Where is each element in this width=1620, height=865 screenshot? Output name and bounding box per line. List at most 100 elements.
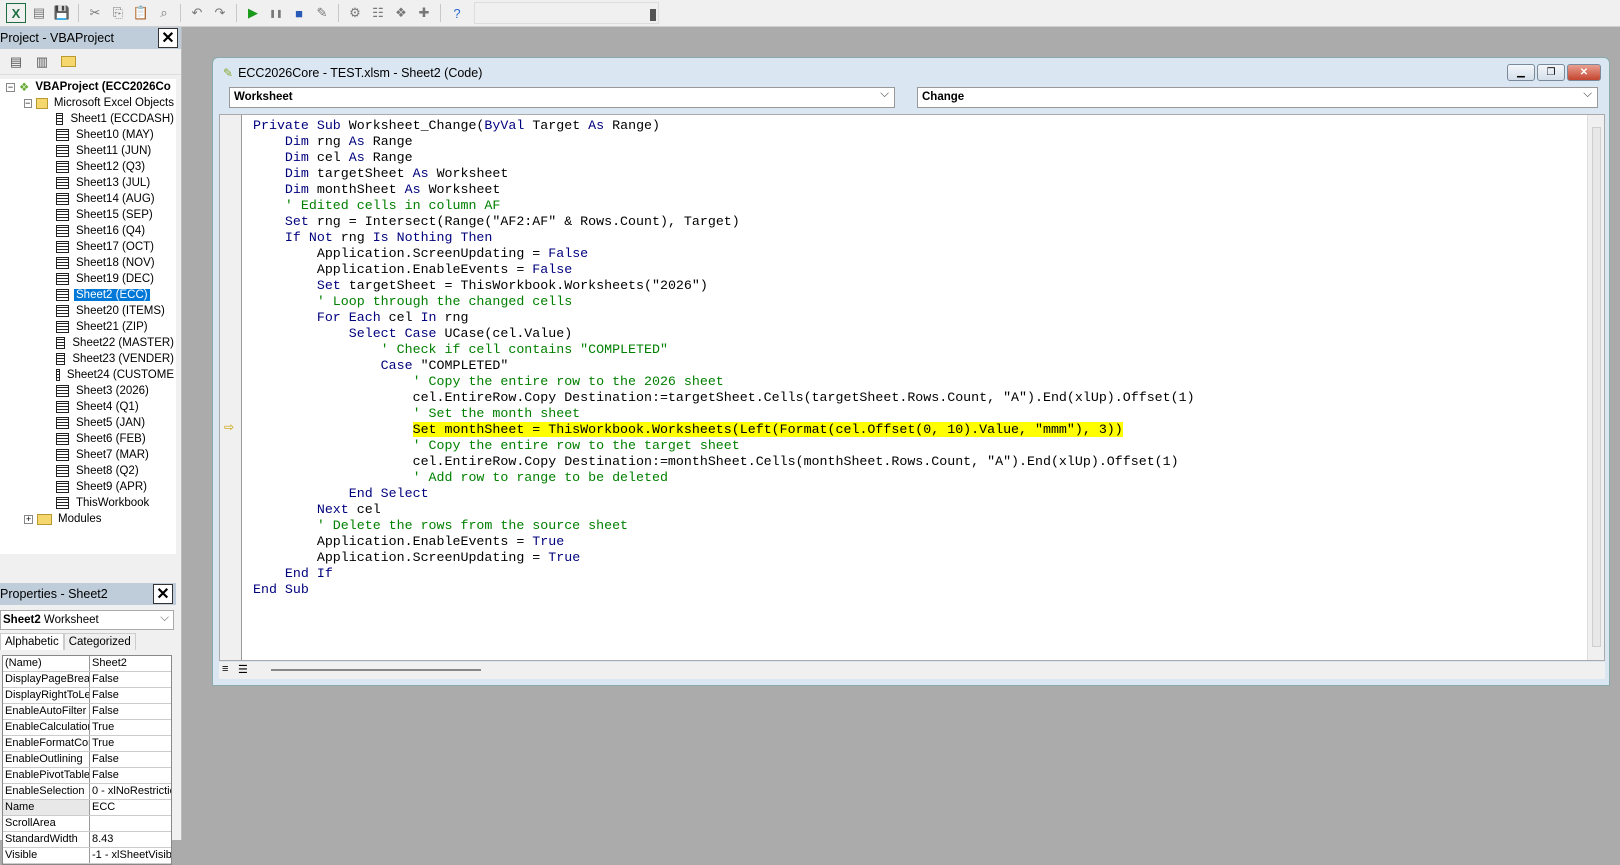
- full-module-view-icon[interactable]: ☰: [238, 663, 248, 676]
- tree-folder-modules[interactable]: + Modules: [0, 511, 176, 527]
- undo-icon[interactable]: ↶: [187, 3, 207, 23]
- properties-icon[interactable]: ☷: [368, 3, 388, 23]
- code-line[interactable]: ' Loop through the changed cells: [253, 294, 1195, 310]
- toolbar-combo[interactable]: [474, 2, 659, 24]
- code-line[interactable]: cel.EntireRow.Copy Destination:=targetSh…: [253, 390, 1195, 406]
- tree-item[interactable]: Sheet19 (DEC): [0, 271, 176, 287]
- property-value[interactable]: ECC: [90, 800, 171, 815]
- insert-userform-icon[interactable]: ▤: [29, 3, 49, 23]
- tree-item[interactable]: Sheet11 (JUN): [0, 143, 176, 159]
- tree-item[interactable]: Sheet18 (NOV): [0, 255, 176, 271]
- restore-button[interactable]: ❐: [1537, 64, 1565, 81]
- tree-item[interactable]: Sheet20 (ITEMS): [0, 303, 176, 319]
- property-row[interactable]: EnableAutoFilter False: [3, 704, 171, 720]
- reset-icon[interactable]: ■: [289, 3, 309, 23]
- tree-item[interactable]: Sheet8 (Q2): [0, 463, 176, 479]
- cut-icon[interactable]: ✂: [85, 3, 105, 23]
- property-value[interactable]: False: [90, 704, 171, 719]
- code-line[interactable]: Next cel: [253, 502, 1195, 518]
- tree-folder-excel-objects[interactable]: − Microsoft Excel Objects: [0, 95, 176, 111]
- minimize-button[interactable]: ▁: [1507, 64, 1535, 81]
- code-lines[interactable]: Private Sub Worksheet_Change(ByVal Targe…: [253, 118, 1195, 598]
- property-row[interactable]: Name ECC: [3, 800, 171, 816]
- tree-root-vbaproject[interactable]: − ❖ VBAProject (ECC2026Co: [0, 79, 176, 95]
- code-line[interactable]: ' Edited cells in column AF: [253, 198, 1195, 214]
- property-row[interactable]: DisplayRightToLef False: [3, 688, 171, 704]
- close-project-explorer-button[interactable]: ✕: [158, 28, 178, 48]
- copy-icon[interactable]: ⎘: [108, 3, 128, 23]
- view-code-icon[interactable]: ▤: [6, 52, 26, 72]
- tree-item[interactable]: Sheet10 (MAY): [0, 127, 176, 143]
- property-value[interactable]: 0 - xlNoRestrictic: [90, 784, 171, 799]
- tree-item[interactable]: Sheet13 (JUL): [0, 175, 176, 191]
- tree-item[interactable]: Sheet7 (MAR): [0, 447, 176, 463]
- property-row[interactable]: EnableFormatCon True: [3, 736, 171, 752]
- code-line[interactable]: ' Check if cell contains "COMPLETED": [253, 342, 1195, 358]
- code-line[interactable]: Private Sub Worksheet_Change(ByVal Targe…: [253, 118, 1195, 134]
- tab-alphabetic[interactable]: Alphabetic: [0, 633, 64, 650]
- tree-item[interactable]: Sheet21 (ZIP): [0, 319, 176, 335]
- code-line[interactable]: Dim monthSheet As Worksheet: [253, 182, 1195, 198]
- code-line[interactable]: Dim targetSheet As Worksheet: [253, 166, 1195, 182]
- tree-item[interactable]: Sheet24 (CUSTOME: [0, 367, 176, 383]
- horizontal-scrollbar[interactable]: ≡ ☰: [219, 662, 1605, 679]
- property-value[interactable]: [90, 816, 171, 831]
- property-value[interactable]: False: [90, 688, 171, 703]
- code-line[interactable]: ' Delete the rows from the source sheet: [253, 518, 1195, 534]
- code-line[interactable]: ' Add row to range to be deleted: [253, 470, 1195, 486]
- property-row[interactable]: EnableOutlining False: [3, 752, 171, 768]
- code-line[interactable]: ' Copy the entire row to the target shee…: [253, 438, 1195, 454]
- code-line[interactable]: If Not rng Is Nothing Then: [253, 230, 1195, 246]
- find-icon[interactable]: ⌕: [154, 3, 174, 23]
- excel-icon[interactable]: X: [6, 3, 26, 23]
- property-row[interactable]: (Name) Sheet2: [3, 656, 171, 672]
- toolbox-icon[interactable]: ✚: [414, 3, 434, 23]
- collapse-icon[interactable]: −: [6, 82, 15, 92]
- code-line[interactable]: ' Copy the entire row to the 2026 sheet: [253, 374, 1195, 390]
- object-dropdown[interactable]: Worksheet: [229, 85, 895, 108]
- code-line[interactable]: ' Set the month sheet: [253, 406, 1195, 422]
- help-icon[interactable]: ?: [447, 3, 467, 23]
- run-icon[interactable]: ▶: [243, 3, 263, 23]
- property-value[interactable]: True: [90, 736, 171, 751]
- property-value[interactable]: -1 - xlSheetVisibl: [90, 848, 171, 863]
- property-row[interactable]: ScrollArea: [3, 816, 171, 832]
- code-line[interactable]: End Select: [253, 486, 1195, 502]
- property-value[interactable]: False: [90, 672, 171, 687]
- tab-categorized[interactable]: Categorized: [63, 633, 136, 650]
- tree-item[interactable]: Sheet5 (JAN): [0, 415, 176, 431]
- paste-icon[interactable]: 📋: [131, 3, 151, 23]
- code-line[interactable]: End If: [253, 566, 1195, 582]
- procedure-dropdown[interactable]: Change: [917, 85, 1598, 108]
- properties-object-dropdown[interactable]: Sheet2 Worksheet: [0, 609, 174, 630]
- tree-item[interactable]: Sheet14 (AUG): [0, 191, 176, 207]
- tree-item[interactable]: Sheet15 (SEP): [0, 207, 176, 223]
- view-object-icon[interactable]: ▥: [32, 52, 52, 72]
- toggle-folders-icon[interactable]: [58, 52, 78, 72]
- property-value[interactable]: False: [90, 752, 171, 767]
- tree-item[interactable]: Sheet4 (Q1): [0, 399, 176, 415]
- code-line[interactable]: End Sub: [253, 582, 1195, 598]
- tree-item[interactable]: Sheet2 (ECC): [0, 287, 176, 303]
- code-editor[interactable]: ⇨ Private Sub Worksheet_Change(ByVal Tar…: [219, 114, 1605, 661]
- property-row[interactable]: DisplayPageBreak False: [3, 672, 171, 688]
- code-line[interactable]: For Each cel In rng: [253, 310, 1195, 326]
- tree-item[interactable]: Sheet17 (OCT): [0, 239, 176, 255]
- save-icon[interactable]: 💾: [52, 3, 72, 23]
- close-properties-button[interactable]: ✕: [153, 584, 173, 604]
- property-row[interactable]: EnableSelection 0 - xlNoRestrictic: [3, 784, 171, 800]
- code-line[interactable]: Dim rng As Range: [253, 134, 1195, 150]
- property-row[interactable]: Visible -1 - xlSheetVisibl: [3, 848, 171, 864]
- property-value[interactable]: False: [90, 768, 171, 783]
- code-line[interactable]: cel.EntireRow.Copy Destination:=monthShe…: [253, 454, 1195, 470]
- tree-item[interactable]: Sheet9 (APR): [0, 479, 176, 495]
- design-mode-icon[interactable]: ✎: [312, 3, 332, 23]
- code-line[interactable]: Application.EnableEvents = False: [253, 262, 1195, 278]
- code-line[interactable]: Set rng = Intersect(Range("AF2:AF" & Row…: [253, 214, 1195, 230]
- project-explorer-icon[interactable]: ⚙: [345, 3, 365, 23]
- property-value[interactable]: Sheet2: [90, 656, 171, 671]
- object-browser-icon[interactable]: ❖: [391, 3, 411, 23]
- vertical-scrollbar[interactable]: [1587, 115, 1604, 660]
- code-line[interactable]: Application.ScreenUpdating = True: [253, 550, 1195, 566]
- property-row[interactable]: EnableCalculation True: [3, 720, 171, 736]
